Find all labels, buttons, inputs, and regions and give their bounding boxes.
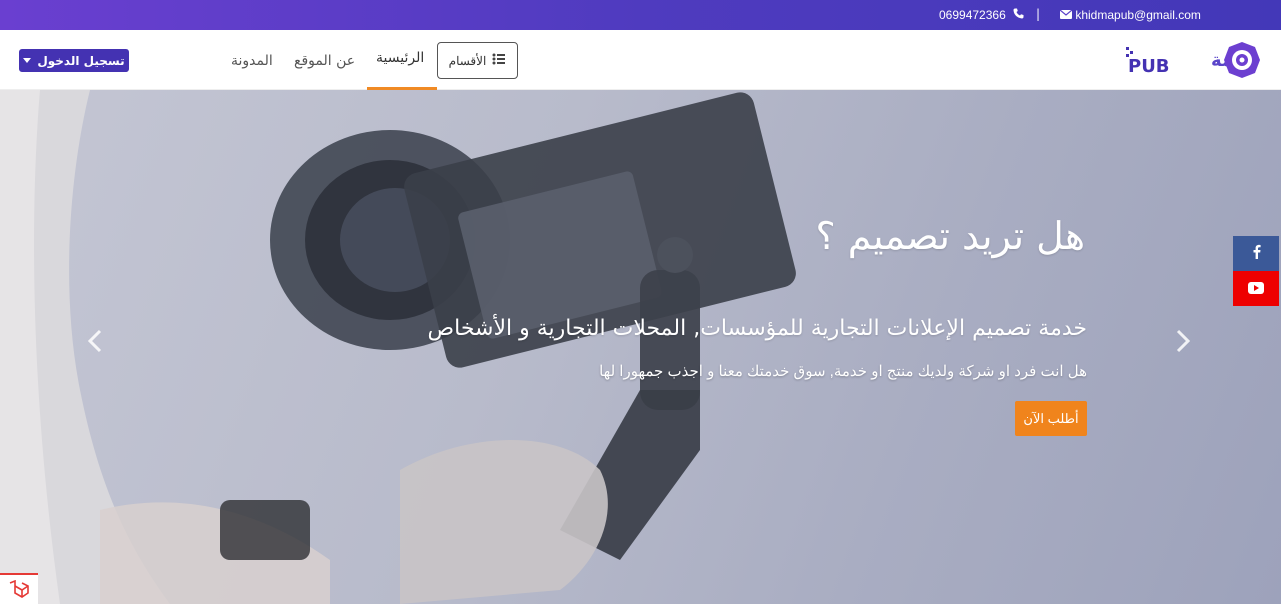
sections-grid-icon bbox=[492, 53, 506, 68]
nav-link-about[interactable]: عن الموقع bbox=[294, 53, 355, 69]
hero-background-image bbox=[0, 90, 796, 604]
hero-title: هل تريد تصميم ؟ bbox=[815, 214, 1085, 258]
facebook-icon bbox=[1252, 244, 1261, 263]
svg-text:PUB: PUB bbox=[1128, 56, 1170, 77]
email-contact[interactable]: khidmapub@gmail.com bbox=[1056, 8, 1201, 22]
contact-separator: | bbox=[1036, 7, 1041, 21]
hero-subtitle: خدمة تصميم الإعلانات التجارية للمؤسسات, … bbox=[427, 316, 1087, 341]
sections-label: الأقسام bbox=[448, 53, 487, 68]
hero-description: هل انت فرد او شركة ولديك منتج او خدمة, س… bbox=[599, 363, 1087, 380]
facebook-link[interactable] bbox=[1233, 236, 1279, 271]
phone-text: 0699472366 bbox=[939, 8, 1006, 22]
login-dropdown-button[interactable]: تسجيل الدخول bbox=[19, 49, 129, 72]
hero-carousel: هل تريد تصميم ؟ خدمة تصميم الإعلانات الت… bbox=[0, 90, 1281, 604]
phone-contact[interactable]: 0699472366 bbox=[939, 8, 1024, 22]
main-navbar: تسجيل الدخول المدونة عن الموقع الرئيسية … bbox=[0, 30, 1281, 90]
phone-icon bbox=[1013, 8, 1024, 22]
laravel-icon bbox=[0, 573, 38, 604]
youtube-icon bbox=[1248, 279, 1264, 298]
sections-menu-button[interactable]: الأقسام bbox=[437, 42, 518, 79]
nav-link-home[interactable]: الرئيسية bbox=[376, 50, 424, 66]
login-label: تسجيل الدخول bbox=[37, 53, 125, 68]
email-text: khidmapub@gmail.com bbox=[1075, 8, 1201, 22]
caret-down-icon bbox=[23, 58, 32, 63]
carousel-next-arrow[interactable] bbox=[1173, 328, 1193, 354]
top-contact-bar: khidmapub@gmail.com | 0699472366 bbox=[0, 0, 1281, 30]
carousel-prev-arrow[interactable] bbox=[85, 328, 105, 354]
nav-link-blog[interactable]: المدونة bbox=[231, 53, 273, 69]
envelope-icon bbox=[1059, 9, 1073, 22]
youtube-link[interactable] bbox=[1233, 271, 1279, 306]
site-logo[interactable]: PUB خدمة bbox=[1125, 39, 1261, 81]
order-now-button[interactable]: أطلب الآن bbox=[1015, 401, 1087, 436]
